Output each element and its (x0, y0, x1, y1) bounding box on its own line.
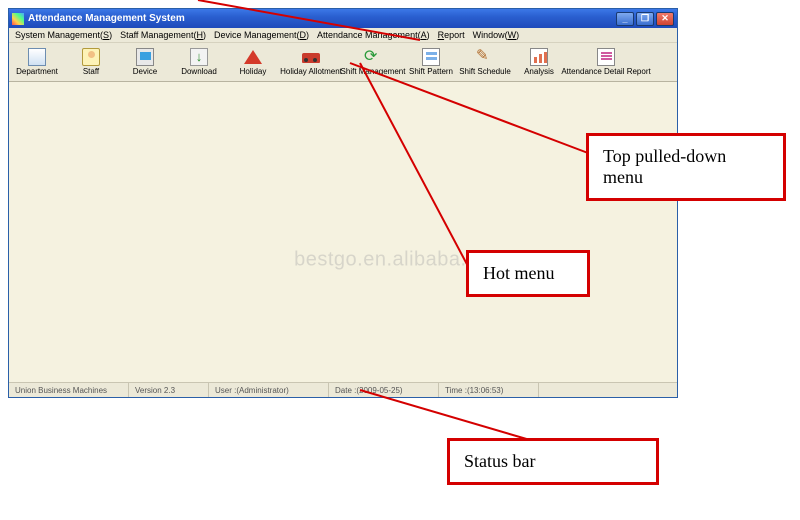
status-time: Time :(13:06:53) (439, 383, 539, 397)
status-date: Date :(2009-05-25) (329, 383, 439, 397)
window-title: Attendance Management System (28, 13, 616, 24)
close-button[interactable]: ✕ (656, 12, 674, 26)
menu-device-management[interactable]: Device Management(D) (212, 30, 311, 40)
status-spacer (539, 383, 677, 397)
status-user: User :(Administrator) (209, 383, 329, 397)
titlebar: Attendance Management System _ ❐ ✕ (9, 9, 677, 28)
shift-mgmt-icon (364, 48, 382, 66)
download-icon (190, 48, 208, 66)
department-button[interactable]: Department (10, 44, 64, 80)
shift-pattern-icon (422, 48, 440, 66)
workspace (9, 82, 677, 382)
analysis-button[interactable]: Analysis (512, 44, 566, 80)
download-button[interactable]: Download (172, 44, 226, 80)
toolbar: Department Staff Device Download Holiday… (9, 43, 677, 82)
menu-staff-management[interactable]: Staff Management(H) (118, 30, 208, 40)
holiday-allotment-button[interactable]: Holiday Allotment (280, 44, 342, 80)
holiday-alloc-icon (302, 48, 320, 66)
menu-system-management[interactable]: System Management(S) (13, 30, 114, 40)
callout-status-bar: Status bar (447, 438, 659, 485)
statusbar: Union Business Machines Version 2.3 User… (9, 382, 677, 397)
dept-icon (28, 48, 46, 66)
shift-schedule-icon (476, 48, 494, 66)
menu-window[interactable]: Window(W) (471, 30, 522, 40)
holiday-button[interactable]: Holiday (226, 44, 280, 80)
staff-icon (82, 48, 100, 66)
menu-report[interactable]: Report (436, 30, 467, 40)
holiday-icon (244, 50, 262, 64)
app-window: Attendance Management System _ ❐ ✕ Syste… (8, 8, 678, 398)
callout-top-menu: Top pulled-down menu (586, 133, 786, 201)
device-icon (136, 48, 154, 66)
app-icon (12, 13, 24, 25)
status-company: Union Business Machines (9, 383, 129, 397)
device-button[interactable]: Device (118, 44, 172, 80)
attendance-report-icon (597, 48, 615, 66)
analysis-icon (530, 48, 548, 66)
menubar: System Management(S) Staff Management(H)… (9, 28, 677, 43)
menu-attendance-management[interactable]: Attendance Management(A) (315, 30, 432, 40)
shift-schedule-button[interactable]: Shift Schedule (458, 44, 512, 80)
shift-management-button[interactable]: Shift Management (342, 44, 404, 80)
minimize-button[interactable]: _ (616, 12, 634, 26)
shift-pattern-button[interactable]: Shift Pattern (404, 44, 458, 80)
maximize-button[interactable]: ❐ (636, 12, 654, 26)
staff-button[interactable]: Staff (64, 44, 118, 80)
callout-hot-menu: Hot menu (466, 250, 590, 297)
status-version: Version 2.3 (129, 383, 209, 397)
attendance-detail-report-button[interactable]: Attendance Detail Report (566, 44, 646, 80)
